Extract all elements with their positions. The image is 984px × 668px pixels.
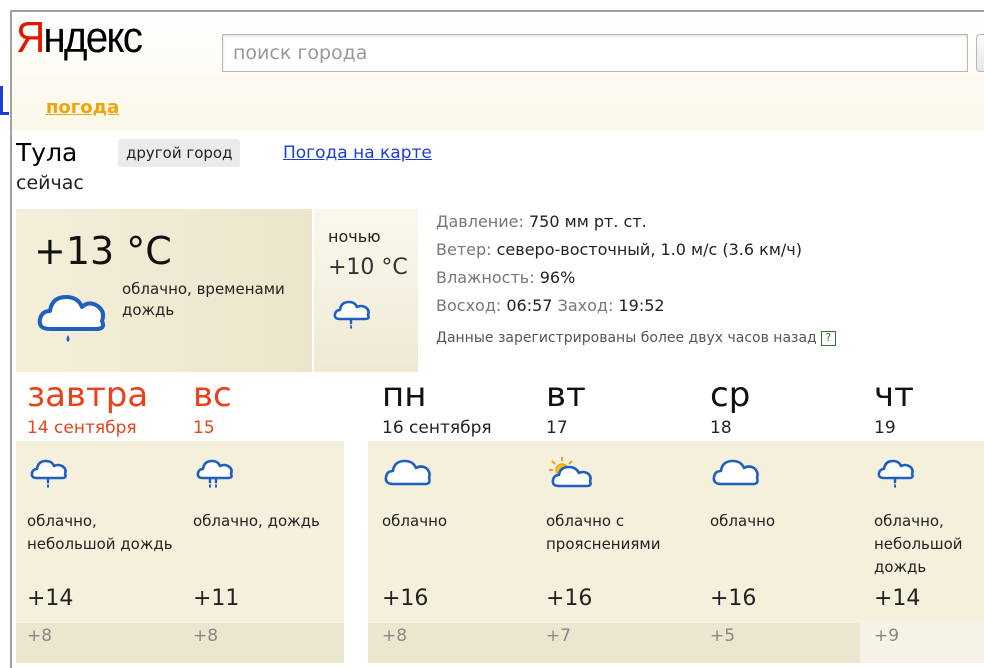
day-low-temp: +5 xyxy=(710,626,736,646)
wind-label: Ветер: xyxy=(436,240,492,259)
day-name: чт xyxy=(874,375,914,415)
day-high-temp: +14 xyxy=(874,586,921,611)
day-description: облачно xyxy=(382,512,448,530)
city-search-box xyxy=(222,34,968,72)
forecast-day: завтра 14 сентября облачно, небольшой до… xyxy=(27,375,187,646)
city-name: Тула xyxy=(16,138,78,167)
pressure-row: Давление: 750 мм рт. ст. xyxy=(436,208,802,236)
night-temperature: +10 °C xyxy=(328,255,408,280)
sun-cloud-icon xyxy=(548,456,596,496)
forecast-day: вт 17 облачно с прояснениями +16 +7 xyxy=(546,375,706,646)
small-cloud-rain-icon xyxy=(332,297,372,337)
day-description: облачно, небольшой дождь xyxy=(874,512,963,576)
day-low-temp: +9 xyxy=(874,626,900,646)
day-description: облачно, дождь xyxy=(193,512,320,530)
night-weather-card: ночью +10 °C xyxy=(314,209,418,372)
day-high-temp: +16 xyxy=(382,586,429,611)
day-date: 19 xyxy=(874,418,896,438)
cloud-rain-icon xyxy=(876,456,916,496)
note-text: Данные зарегистрированы более двух часов… xyxy=(436,330,817,346)
humidity-label: Влажность: xyxy=(436,268,535,287)
weekend-night-strip xyxy=(16,623,344,663)
day-date: 18 xyxy=(710,418,732,438)
logo-rest: ндекс xyxy=(43,13,143,62)
day-date: 17 xyxy=(546,418,568,438)
frame-left-border xyxy=(10,10,12,668)
wind-row: Ветер: северо-восточный, 1.0 м/с (3.6 км… xyxy=(436,236,802,264)
day-low-temp: +8 xyxy=(193,626,219,646)
humidity-value: 96% xyxy=(539,268,576,287)
cloud-icon xyxy=(384,456,432,494)
sun-row: Восход: 06:57 Заход: 19:52 xyxy=(436,292,802,320)
day-low-temp: +8 xyxy=(382,626,408,646)
humidity-row: Влажность: 96% xyxy=(436,264,802,292)
pressure-value: 750 мм рт. ст. xyxy=(529,212,647,231)
yandex-logo[interactable]: Яндекс xyxy=(16,13,143,62)
weather-map-link[interactable]: Погода на карте xyxy=(283,143,432,163)
frame-top-border xyxy=(10,10,984,12)
pressure-label: Давление: xyxy=(436,212,524,231)
cloud-rain-icon xyxy=(195,456,235,496)
day-date: 16 сентября xyxy=(382,418,492,438)
current-weather-card: +13 °C облачно, временами дождь xyxy=(16,209,312,372)
day-name: завтра xyxy=(27,375,149,415)
day-name: ср xyxy=(710,375,751,415)
forecast-day: ср 18 облачно +16 +5 xyxy=(710,375,870,646)
logo-first-letter: Я xyxy=(16,13,45,62)
day-name: вс xyxy=(193,375,232,415)
other-city-button[interactable]: другой город xyxy=(118,139,241,167)
sunset-value: 19:52 xyxy=(618,296,665,315)
day-low-temp: +7 xyxy=(546,626,572,646)
sunset-label: Заход: xyxy=(557,296,614,315)
sunrise-label: Восход: xyxy=(436,296,502,315)
current-temperature: +13 °C xyxy=(34,229,172,273)
day-high-temp: +11 xyxy=(193,586,240,611)
day-date: 14 сентября xyxy=(27,418,137,438)
data-age-note: Данные зарегистрированы более двух часов… xyxy=(436,330,836,346)
forecast-day: вс 15 облачно, дождь +11 +8 xyxy=(193,375,353,646)
partial-link-glyph xyxy=(0,86,9,115)
day-name: пн xyxy=(382,375,427,415)
help-icon[interactable]: ? xyxy=(820,330,836,346)
day-high-temp: +16 xyxy=(546,586,593,611)
weather-details: Давление: 750 мм рт. ст. Ветер: северо-в… xyxy=(436,208,802,320)
day-high-temp: +16 xyxy=(710,586,757,611)
forecast-day: чт 19 облачно, небольшой дождь +14 +9 xyxy=(874,375,982,646)
sunrise-value: 06:57 xyxy=(506,296,553,315)
cloud-rain-icon xyxy=(29,456,69,496)
forecast-day: пн 16 сентября облачно +16 +8 xyxy=(382,375,542,646)
day-description: облачно с прояснениями xyxy=(546,512,661,553)
wind-value: северо-восточный, 1.0 м/с (3.6 км/ч) xyxy=(496,240,802,259)
service-link-pogoda[interactable]: погода xyxy=(46,97,119,118)
search-button[interactable] xyxy=(976,34,984,72)
city-search-input[interactable] xyxy=(223,35,967,71)
day-date: 15 xyxy=(193,418,215,438)
day-name: вт xyxy=(546,375,586,415)
day-low-temp: +8 xyxy=(27,626,53,646)
day-description: облачно xyxy=(710,512,776,530)
cloud-icon xyxy=(712,456,760,494)
current-description: облачно, временами дождь xyxy=(122,280,285,319)
night-label: ночью xyxy=(328,227,381,246)
now-label: сейчас xyxy=(16,172,84,194)
cloud-rain-icon xyxy=(36,285,108,351)
day-description: облачно, небольшой дождь xyxy=(27,512,173,553)
day-high-temp: +14 xyxy=(27,586,74,611)
